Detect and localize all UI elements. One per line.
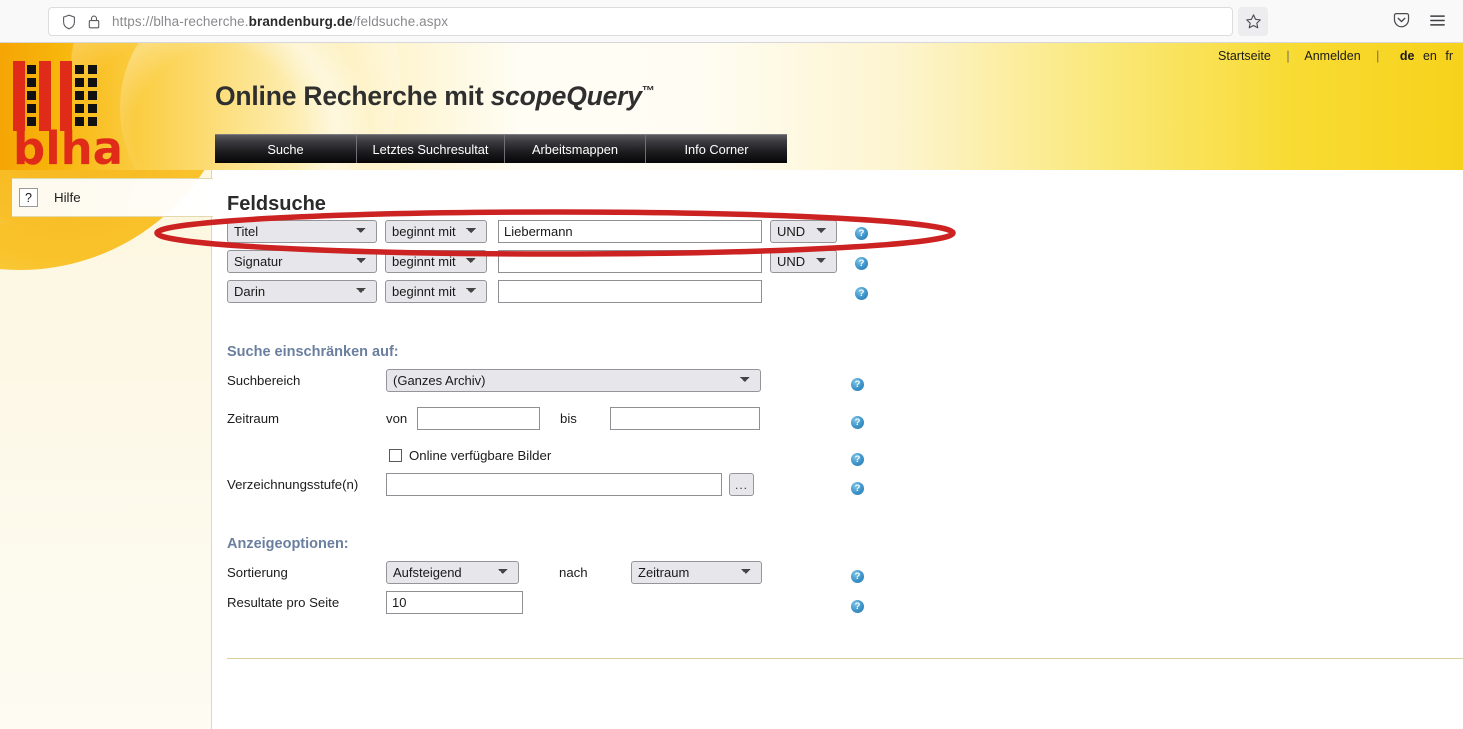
verzeichnungsstufe-browse-button[interactable]: ... — [729, 473, 754, 496]
search-term-input-1[interactable] — [498, 220, 762, 243]
label-verzeichnungsstufe: Verzeichnungsstufe(n) — [227, 477, 359, 492]
online-images-label: Online verfügbare Bilder — [409, 448, 552, 463]
tab-arbeitsmappen[interactable]: Arbeitsmappen — [505, 135, 646, 163]
body-area: ? Hilfe Feldsuche Titel beginnt mit UND … — [0, 170, 1463, 729]
title-trademark: ™ — [641, 83, 655, 99]
page-root: https://blha-recherche.brandenburg.de/fe… — [0, 0, 1463, 729]
main-tabs: Suche Letztes Suchresultat Arbeitsmappen… — [215, 134, 787, 163]
operator-select-2[interactable]: beginnt mit — [385, 250, 487, 273]
label-von: von — [386, 411, 408, 426]
lang-fr[interactable]: fr — [1445, 49, 1453, 63]
nach-select[interactable]: Zeitraum — [631, 561, 762, 584]
content-divider — [227, 658, 1463, 659]
help-circle-icon-row-1[interactable]: ? — [855, 223, 868, 241]
suchbereich-select[interactable]: (Ganzes Archiv) — [386, 369, 761, 392]
title-product: scopeQuery — [490, 81, 642, 111]
online-images-checkbox[interactable] — [389, 449, 402, 462]
operator-select-3[interactable]: beginnt mit — [385, 280, 487, 303]
url-prefix: https://blha-recherche. — [112, 14, 249, 29]
url-bar[interactable]: https://blha-recherche.brandenburg.de/fe… — [48, 7, 1233, 36]
label-bis: bis — [560, 411, 577, 426]
online-images-checkbox-group[interactable]: Online verfügbare Bilder — [389, 448, 551, 463]
field-select-3[interactable]: Darin — [227, 280, 377, 303]
lang-de[interactable]: de — [1400, 49, 1415, 63]
tab-info-corner[interactable]: Info Corner — [646, 135, 787, 163]
section-heading-display: Anzeigeoptionen: — [227, 536, 349, 552]
top-navigation: Startseite | Anmelden | de en fr — [1218, 49, 1453, 63]
pocket-icon[interactable] — [1392, 11, 1411, 30]
help-circle-icon-resultate[interactable]: ? — [851, 596, 864, 614]
help-circle-icon-row-3[interactable]: ? — [855, 283, 868, 301]
url-text: https://blha-recherche.brandenburg.de/fe… — [112, 14, 448, 29]
tab-suche[interactable]: Suche — [215, 135, 357, 163]
verzeichnungsstufe-input[interactable] — [386, 473, 722, 496]
browser-toolbar: https://blha-recherche.brandenburg.de/fe… — [0, 0, 1463, 43]
label-zeitraum: Zeitraum — [227, 411, 280, 426]
search-term-input-3[interactable] — [498, 280, 762, 303]
lock-icon — [88, 15, 100, 28]
help-circle-icon-zeitraum[interactable]: ? — [851, 412, 864, 430]
bookmark-star-icon[interactable] — [1238, 7, 1268, 36]
help-circle-icon-verzeichnungsstufe[interactable]: ? — [851, 478, 864, 496]
boolean-select-1[interactable]: UND — [770, 220, 837, 243]
boolean-select-2[interactable]: UND — [770, 250, 837, 273]
sortierung-select[interactable]: Aufsteigend — [386, 561, 519, 584]
label-resultate-pro-seite: Resultate pro Seite — [227, 595, 340, 610]
label-nach: nach — [559, 565, 588, 580]
lang-en[interactable]: en — [1423, 49, 1437, 63]
main-content: Feldsuche Titel beginnt mit UND ? Signat… — [213, 170, 1463, 729]
logo-mark — [13, 61, 97, 131]
help-label: Hilfe — [54, 190, 81, 205]
nav-startseite[interactable]: Startseite — [1218, 49, 1271, 63]
zeitraum-von-input[interactable] — [417, 407, 540, 430]
search-row-1: Titel beginnt mit UND ? — [227, 220, 868, 243]
shield-icon — [63, 14, 75, 29]
logo-wordmark: blha — [13, 122, 124, 170]
url-suffix: /feldsuche.aspx — [352, 14, 449, 29]
help-circle-icon-images[interactable]: ? — [851, 449, 864, 467]
title-prefix: Online Recherche mit — [215, 81, 491, 111]
label-sortierung: Sortierung — [227, 565, 288, 580]
blha-logo[interactable]: blha — [13, 61, 123, 170]
left-sidebar — [0, 170, 212, 729]
verzeichnungsstufe-group: ... — [386, 473, 754, 496]
section-heading-restrict: Suche einschränken auf: — [227, 344, 399, 360]
label-suchbereich: Suchbereich — [227, 373, 301, 388]
nav-anmelden[interactable]: Anmelden — [1304, 49, 1360, 63]
help-circle-icon-suchbereich[interactable]: ? — [851, 374, 864, 392]
site-header: blha Online Recherche mit scopeQuery™ St… — [0, 43, 1463, 170]
tab-letztes-suchresultat[interactable]: Letztes Suchresultat — [357, 135, 505, 163]
hamburger-menu-icon[interactable] — [1428, 11, 1447, 30]
search-row-3: Darin beginnt mit ? — [227, 280, 868, 303]
zeitraum-bis-input[interactable] — [610, 407, 760, 430]
help-circle-icon-row-2[interactable]: ? — [855, 253, 868, 271]
nav-separator-1: | — [1286, 49, 1290, 63]
field-select-1[interactable]: Titel — [227, 220, 377, 243]
field-select-2[interactable]: Signatur — [227, 250, 377, 273]
search-term-input-2[interactable] — [498, 250, 762, 273]
search-row-2: Signatur beginnt mit UND ? — [227, 250, 868, 273]
resultate-pro-seite-input[interactable] — [386, 591, 523, 614]
nav-separator-2: | — [1376, 49, 1380, 63]
question-mark-icon[interactable]: ? — [19, 188, 38, 207]
url-domain: brandenburg.de — [248, 14, 353, 29]
help-circle-icon-sortierung[interactable]: ? — [851, 566, 864, 584]
section-heading-feldsuche: Feldsuche — [227, 193, 326, 215]
operator-select-1[interactable]: beginnt mit — [385, 220, 487, 243]
page-title: Online Recherche mit scopeQuery™ — [215, 81, 655, 112]
